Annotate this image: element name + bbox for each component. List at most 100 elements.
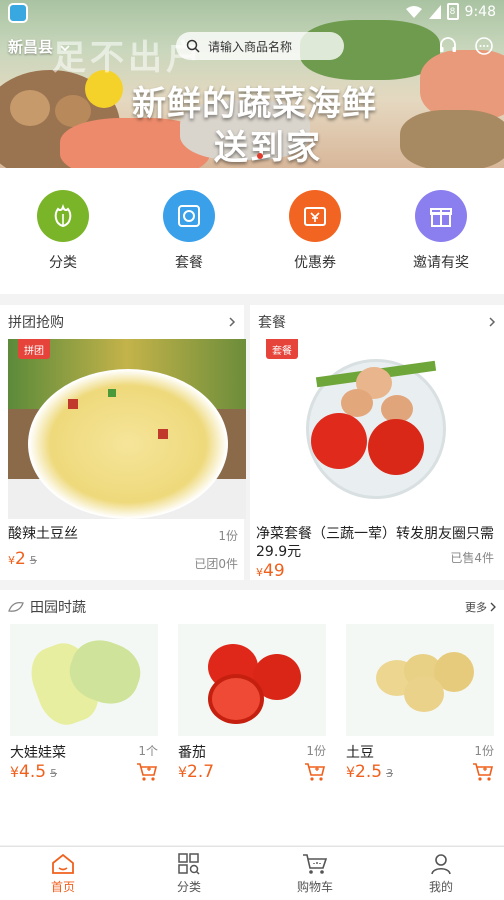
- price-value: 49: [263, 561, 285, 581]
- product-name: 大娃娃菜: [10, 745, 66, 761]
- clams-decor: [400, 110, 504, 168]
- grid-search-icon: [178, 852, 200, 875]
- top-bar: 新昌县 请输入商品名称: [0, 30, 504, 62]
- tab-label: 我的: [428, 879, 453, 894]
- section-title: 田园时蔬: [30, 600, 86, 616]
- product-name: 酸辣土豆丝: [8, 526, 78, 542]
- quick-item-coupon[interactable]: 优惠券: [252, 168, 378, 294]
- product-price: ¥2.7: [178, 762, 214, 782]
- search-icon: [186, 39, 200, 53]
- combo-vegetable-image: 套餐: [256, 339, 496, 519]
- chevron-down-icon: [60, 45, 70, 52]
- tomato-image: [178, 624, 326, 736]
- battery-icon: 8: [446, 3, 459, 20]
- package-icon: [163, 190, 215, 242]
- product-name: 番茄: [178, 745, 206, 761]
- quick-item-invite[interactable]: 邀请有奖: [378, 168, 504, 294]
- message-icon[interactable]: [474, 36, 494, 56]
- product-unit: 1份: [306, 744, 326, 758]
- currency-symbol: ¥: [8, 554, 15, 567]
- potato-shreds-image: 拼团: [8, 339, 246, 519]
- group-buy-tag: 拼团: [18, 339, 50, 359]
- currency-symbol: ¥: [178, 765, 188, 781]
- cabbage-image: [10, 624, 158, 736]
- product-unit: 1个: [138, 744, 158, 758]
- quick-item-label: 邀请有奖: [413, 255, 469, 271]
- group-buy-header[interactable]: 拼团抢购: [0, 305, 244, 339]
- product-card-potato[interactable]: 土豆 1份 ¥2.5 3: [336, 624, 502, 782]
- wifi-icon: [405, 5, 422, 18]
- gift-icon: [415, 190, 467, 242]
- currency-symbol: ¥: [256, 566, 263, 579]
- coupon-icon: [289, 190, 341, 242]
- currency-symbol: ¥: [10, 765, 20, 781]
- search-placeholder: 请输入商品名称: [208, 39, 293, 54]
- vegetable-icon: [37, 190, 89, 242]
- product-card-cabbage[interactable]: 大娃娃菜 1个 ¥4.5 5: [0, 624, 166, 782]
- quick-item-label: 套餐: [175, 255, 203, 271]
- combo-tag: 套餐: [266, 339, 298, 359]
- product-name: 土豆: [346, 745, 374, 761]
- app-notification-icon: [8, 3, 28, 23]
- chevron-right-icon: [490, 602, 496, 612]
- price-value: 4.5: [19, 762, 47, 782]
- original-price: 5: [29, 554, 37, 567]
- product-card-tomato[interactable]: 番茄 1份 ¥2.7: [168, 624, 334, 782]
- chevron-right-icon: [229, 317, 236, 327]
- leaf-icon: [8, 602, 24, 612]
- quick-item-label: 分类: [49, 255, 77, 271]
- tab-category[interactable]: 分类: [126, 847, 252, 900]
- tab-label: 首页: [50, 879, 75, 894]
- city-selector[interactable]: 新昌县: [8, 36, 70, 57]
- cart-icon: [303, 853, 328, 874]
- banner-slogan-main: 新鲜的蔬菜海鲜: [132, 84, 377, 124]
- quick-item-label: 优惠券: [294, 255, 336, 271]
- search-input[interactable]: 请输入商品名称: [176, 32, 344, 60]
- banner-slogan-sub: 送到家: [214, 128, 322, 168]
- product-unit: 1份: [474, 744, 494, 758]
- add-to-cart-icon[interactable]: [136, 762, 158, 782]
- field-vegetables-header: 田园时蔬 更多: [0, 590, 504, 624]
- more-link[interactable]: 更多: [465, 599, 496, 615]
- product-price: ¥49: [256, 561, 285, 581]
- add-to-cart-icon[interactable]: [304, 762, 326, 782]
- combo-card[interactable]: 套餐 套餐 净菜套餐（三蔬一荤）转发朋友圈只需29.9元 ¥49 已售4件: [250, 305, 504, 581]
- original-price: 5: [50, 767, 58, 780]
- mushroom-decor: [10, 90, 50, 126]
- hero-banner[interactable]: 8 9:48 足不出户 新昌县 请输入商品名称 新鲜的蔬菜海鲜 送到家: [0, 0, 504, 168]
- product-price: ¥4.5 5: [10, 762, 57, 782]
- price-value: 2: [15, 549, 26, 569]
- field-vegetables-section: 田园时蔬 更多 大娃娃菜 1个 ¥4.5 5 番茄 1份 ¥2.7 土豆 1份 …: [0, 590, 504, 845]
- tab-cart[interactable]: 购物车: [252, 847, 378, 900]
- user-icon: [431, 853, 451, 874]
- banner-pager-dot: [257, 153, 263, 159]
- city-name: 新昌县: [8, 38, 54, 56]
- quick-menu: 分类 套餐 优惠券 邀请有奖: [0, 168, 504, 294]
- price-value: 2.5: [355, 762, 383, 782]
- tab-label: 分类: [176, 879, 201, 894]
- potato-image: [346, 624, 494, 736]
- price-value: 2.7: [187, 762, 215, 782]
- add-to-cart-icon[interactable]: [472, 762, 494, 782]
- home-icon: [52, 853, 74, 874]
- chevron-right-icon: [489, 317, 496, 327]
- signal-icon: [428, 4, 441, 19]
- product-unit: 1份: [218, 529, 238, 543]
- status-bar: 8 9:48: [0, 0, 504, 26]
- product-price: ¥2 5: [8, 549, 37, 569]
- quick-item-package[interactable]: 套餐: [126, 168, 252, 294]
- battery-level: 8: [449, 6, 456, 17]
- original-price: 3: [386, 767, 394, 780]
- group-buy-title: 拼团抢购: [8, 315, 64, 331]
- tab-profile[interactable]: 我的: [378, 847, 504, 900]
- sold-count: 已售4件: [450, 551, 494, 565]
- group-buy-card[interactable]: 拼团抢购 拼团 酸辣土豆丝 1份 ¥2 5 已团0件: [0, 305, 250, 580]
- headset-icon[interactable]: [438, 36, 458, 56]
- status-time: 9:48: [464, 3, 496, 20]
- combo-title: 套餐: [258, 315, 286, 331]
- tab-home[interactable]: 首页: [0, 847, 126, 900]
- tab-label: 购物车: [296, 879, 333, 894]
- quick-item-category[interactable]: 分类: [0, 168, 126, 294]
- currency-symbol: ¥: [346, 765, 356, 781]
- combo-header[interactable]: 套餐: [250, 305, 504, 339]
